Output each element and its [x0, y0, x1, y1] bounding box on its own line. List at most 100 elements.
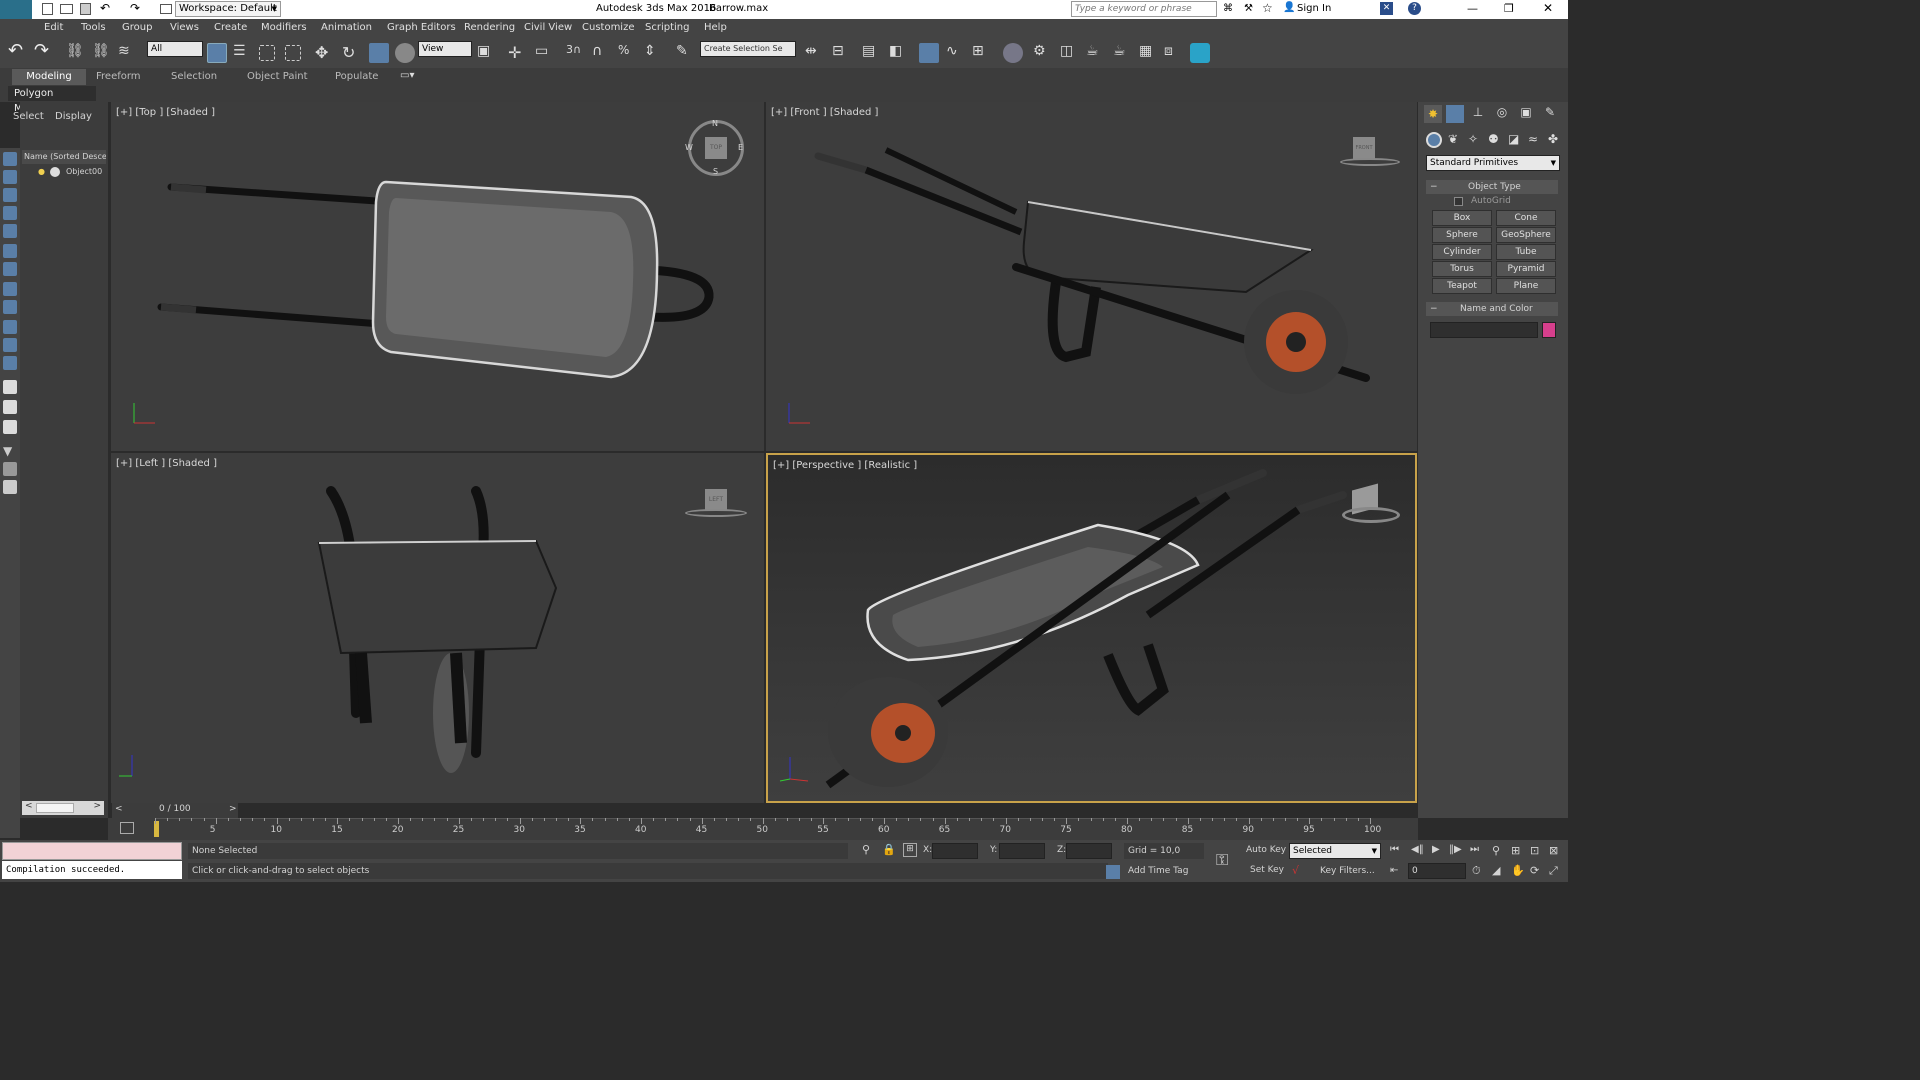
favorites-star-icon[interactable]: ☆: [1262, 1, 1273, 15]
next-frame-icon[interactable]: ‖▶: [1449, 844, 1462, 855]
viewcube[interactable]: LEFT: [705, 489, 727, 511]
find-icon[interactable]: [3, 462, 17, 476]
zoom-all-icon[interactable]: ⊞: [1511, 844, 1520, 857]
geometry-category-icon[interactable]: [1426, 132, 1442, 148]
display-shapes-icon[interactable]: [3, 206, 17, 220]
menu-customize[interactable]: Customize: [582, 22, 635, 33]
object-name-field[interactable]: [1430, 322, 1538, 338]
key-filters-icon[interactable]: √: [1292, 864, 1299, 877]
display-groups-icon[interactable]: [3, 300, 17, 314]
primitive-type-dropdown[interactable]: Standard Primitives ▼: [1426, 155, 1560, 171]
viewport-front[interactable]: [+] [Front ] [Shaded ] FRONT: [766, 102, 1417, 451]
redo-icon[interactable]: ↷: [34, 40, 54, 61]
schematic-view-icon[interactable]: ⊞: [972, 43, 992, 63]
display-lights-icon[interactable]: [3, 224, 17, 238]
key-mode-dropdown[interactable]: Selected ▼: [1289, 843, 1381, 859]
time-configuration-icon[interactable]: ⏱: [1472, 864, 1481, 878]
render-in-cloud-icon[interactable]: ⧈: [1164, 43, 1184, 63]
torus-button[interactable]: Torus: [1432, 261, 1492, 277]
previous-frame-icon[interactable]: ◀‖: [1411, 844, 1424, 855]
communication-center-icon[interactable]: ⚒: [1244, 3, 1253, 14]
viewcube[interactable]: FRONT: [1353, 137, 1375, 159]
maximize-viewport-icon[interactable]: ⤢: [1549, 864, 1558, 878]
rotate-icon[interactable]: ↻: [342, 43, 362, 63]
new-file-icon[interactable]: [42, 3, 53, 15]
space-warps-category-icon[interactable]: ≈: [1528, 132, 1538, 146]
viewcube-compass[interactable]: TOP N S E W: [685, 119, 744, 176]
toggle-scene-explorer-icon[interactable]: ▤: [862, 43, 882, 63]
menu-scripting[interactable]: Scripting: [645, 22, 689, 33]
time-tag-icon[interactable]: [1106, 865, 1120, 879]
display-geometry-icon[interactable]: [3, 188, 17, 202]
menu-rendering[interactable]: Rendering: [464, 22, 515, 33]
scene-horizontal-scrollbar[interactable]: < >: [22, 801, 104, 815]
key-icon[interactable]: ⚿: [1216, 850, 1228, 870]
menu-create[interactable]: Create: [214, 22, 247, 33]
systems-category-icon[interactable]: ✤: [1548, 132, 1558, 146]
reference-coordinate-dropdown[interactable]: View: [418, 41, 472, 57]
menu-group[interactable]: Group: [122, 22, 152, 33]
plane-button[interactable]: Plane: [1496, 278, 1556, 294]
frozen-view-icon[interactable]: [3, 420, 17, 434]
keyboard-shortcut-override-icon[interactable]: ▭: [535, 43, 555, 63]
cone-button[interactable]: Cone: [1496, 210, 1556, 226]
toggle-ribbon-icon[interactable]: [919, 43, 939, 63]
key-mode-toggle-icon[interactable]: ⇤: [1390, 865, 1398, 876]
maximize-button[interactable]: ❐: [1504, 2, 1514, 15]
hierarchy-tab-icon[interactable]: ⊥: [1469, 105, 1487, 123]
rendered-frame-window-icon[interactable]: ◫: [1060, 43, 1080, 63]
add-time-tag[interactable]: Add Time Tag: [1128, 866, 1188, 876]
sign-in-link[interactable]: Sign In: [1297, 3, 1331, 14]
menu-modifiers[interactable]: Modifiers: [261, 22, 307, 33]
render-production-icon[interactable]: ☕: [1086, 43, 1106, 63]
binoculars-icon[interactable]: ⌘: [1223, 3, 1233, 14]
viewport-left[interactable]: [+] [Left ] [Shaded ] LEFT: [111, 453, 764, 803]
named-selection-sets-dropdown[interactable]: Create Selection Se: [700, 41, 796, 57]
toggle-panel-icon[interactable]: [3, 480, 17, 494]
object-color-swatch[interactable]: [1542, 322, 1556, 338]
minimize-button[interactable]: —: [1467, 2, 1478, 15]
bind-to-space-warp-icon[interactable]: ≋: [118, 43, 138, 63]
a360-gallery-icon[interactable]: [1190, 43, 1210, 63]
freeze-icon[interactable]: [50, 167, 60, 177]
light-bulb-icon[interactable]: ●: [38, 165, 45, 179]
lights-category-icon[interactable]: ✧: [1468, 132, 1478, 146]
display-bones-icon[interactable]: [3, 338, 17, 352]
auto-key-button[interactable]: Auto Key: [1246, 845, 1286, 855]
utilities-tab-icon[interactable]: ✎: [1541, 105, 1559, 123]
display-tab-icon[interactable]: ▣: [1517, 105, 1535, 123]
render-setup-icon[interactable]: ⚙: [1033, 43, 1053, 63]
box-button[interactable]: Box: [1432, 210, 1492, 226]
zoom-icon[interactable]: ⚲: [1492, 844, 1500, 857]
polygon-modeling-panel[interactable]: Polygon Modeling: [8, 86, 96, 114]
move-icon[interactable]: ✥: [315, 43, 335, 63]
close-button[interactable]: ✕: [1543, 1, 1553, 15]
viewcube-ring[interactable]: [685, 509, 747, 517]
toggle-layer-explorer-icon[interactable]: ◧: [889, 43, 909, 63]
user-icon[interactable]: 👤: [1283, 2, 1295, 13]
select-object-icon[interactable]: [207, 43, 227, 63]
open-file-icon[interactable]: [60, 4, 73, 14]
curve-editor-icon[interactable]: ∿: [946, 43, 966, 63]
tube-button[interactable]: Tube: [1496, 244, 1556, 260]
ribbon-tab-object-paint[interactable]: Object Paint: [247, 71, 308, 82]
edit-named-selection-icon[interactable]: ✎: [676, 43, 696, 63]
mini-curve-editor-icon[interactable]: [120, 822, 134, 834]
hierarchy-view-icon[interactable]: [3, 380, 17, 394]
current-frame-field[interactable]: 0: [1408, 863, 1466, 879]
create-tab-icon[interactable]: ✸: [1424, 105, 1442, 123]
align-icon[interactable]: ⊟: [832, 43, 852, 63]
selection-lock-icon[interactable]: 🔒: [882, 843, 896, 856]
absolute-mode-icon[interactable]: ⊞: [903, 843, 917, 857]
pan-view-icon[interactable]: ✋: [1511, 864, 1525, 877]
place-icon[interactable]: [395, 43, 415, 63]
isolate-selection-icon[interactable]: ⚲: [862, 843, 870, 856]
play-icon[interactable]: ▶: [1432, 844, 1440, 855]
autogrid-checkbox[interactable]: [1454, 197, 1463, 206]
teapot-button[interactable]: Teapot: [1432, 278, 1492, 294]
ribbon-options-icon[interactable]: ▭▾: [400, 70, 414, 81]
ribbon-tab-populate[interactable]: Populate: [335, 71, 378, 82]
y-coordinate-field[interactable]: [999, 843, 1045, 859]
scroll-thumb[interactable]: [36, 803, 74, 813]
display-none-icon[interactable]: [3, 152, 17, 166]
